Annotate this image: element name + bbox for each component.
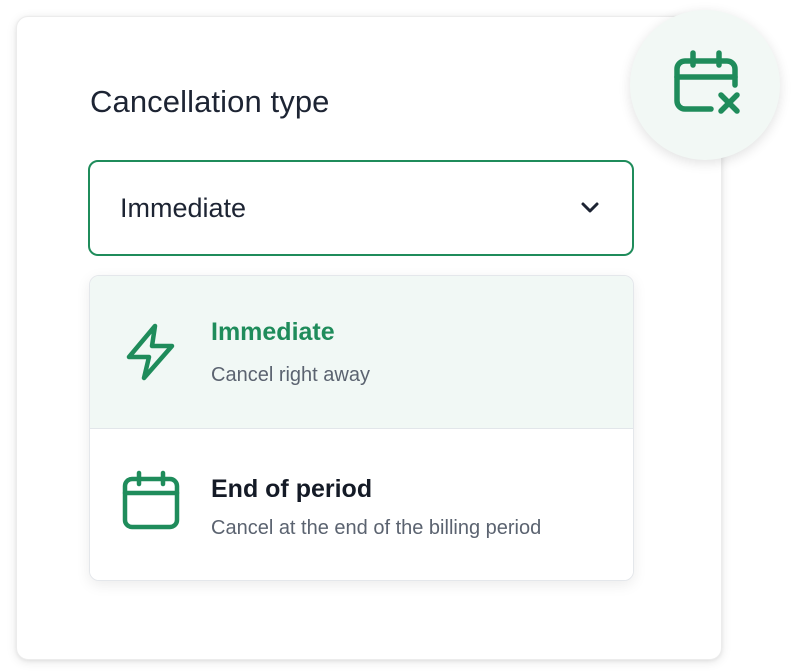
option-title: Immediate — [211, 318, 335, 346]
option-description: Cancel right away — [211, 364, 370, 386]
option-end-of-period[interactable]: End of period Cancel at the end of the b… — [90, 429, 633, 580]
option-immediate[interactable]: Immediate Cancel right away — [90, 276, 633, 429]
calendar-x-badge — [630, 10, 780, 160]
calendar-x-icon — [674, 50, 740, 114]
dropdown-menu: Immediate Cancel right away End of perio… — [89, 275, 634, 581]
select-value: Immediate — [120, 192, 247, 223]
option-title: End of period — [211, 475, 373, 503]
lightning-bolt-icon — [120, 321, 182, 383]
calendar-icon — [120, 469, 182, 531]
option-description: Cancel at the end of the billing period — [211, 517, 542, 539]
cancellation-type-select[interactable]: Immediate — [88, 160, 634, 256]
chevron-down-icon[interactable] — [578, 196, 602, 220]
field-label: Cancellation type — [90, 84, 330, 119]
